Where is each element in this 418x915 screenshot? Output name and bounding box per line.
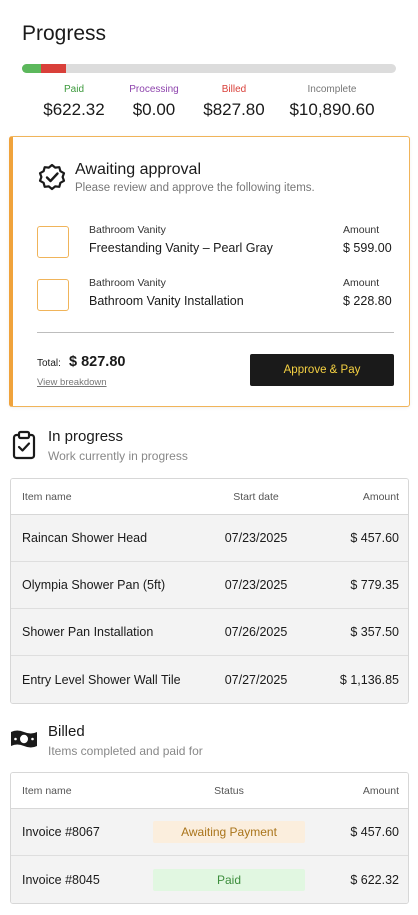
cash-icon — [11, 730, 37, 748]
approval-item-amount: $ 228.80 — [343, 294, 392, 308]
approval-subtitle: Please review and approve the following … — [75, 182, 315, 194]
approval-item-amount-label: Amount — [343, 277, 380, 289]
start-date: 07/23/2025 — [224, 578, 288, 592]
approval-item-category: Bathroom Vanity — [89, 277, 166, 289]
total-value: $ 827.80 — [69, 354, 126, 370]
in-progress-table: Item name Start date Amount Raincan Show… — [10, 478, 409, 704]
approval-item-checkbox[interactable] — [37, 226, 69, 258]
column-header-amount: Amount — [362, 784, 399, 797]
badge-check-icon — [38, 163, 66, 191]
page-title: Progress — [22, 22, 107, 45]
status-badge-label: Awaiting Payment — [153, 821, 305, 843]
stat-value: $0.00 — [132, 100, 176, 119]
approval-divider — [37, 332, 394, 333]
stat-label: Billed — [221, 84, 247, 95]
view-breakdown-link[interactable]: View breakdown — [37, 377, 107, 388]
table-row[interactable]: Raincan Shower Head 07/23/2025 $ 457.60 — [11, 515, 408, 562]
approval-item: Bathroom Vanity Freestanding Vanity – Pe… — [35, 224, 395, 258]
table-row[interactable]: Shower Pan Installation 07/26/2025 $ 357… — [11, 609, 408, 656]
amount: $ 1,136.85 — [339, 672, 399, 687]
table-row[interactable]: Olympia Shower Pan (5ft) 07/23/2025 $ 77… — [11, 562, 408, 609]
stat-label: Processing — [129, 84, 179, 95]
approval-title: Awaiting approval — [75, 161, 202, 178]
awaiting-approval-card: Awaiting approval Please review and appr… — [9, 136, 410, 407]
start-date: 07/23/2025 — [224, 531, 288, 545]
item-name: Entry Level Shower Wall Tile — [22, 672, 181, 687]
approve-pay-button[interactable]: Approve & Pay — [250, 354, 394, 386]
approval-item-checkbox[interactable] — [37, 279, 69, 311]
table-row[interactable]: Invoice #8045 Paid $ 622.32 — [11, 856, 408, 903]
clipboard-check-icon — [12, 430, 36, 460]
billed-title: Billed — [48, 723, 85, 740]
invoice-name: Invoice #8067 — [22, 825, 100, 839]
status-badge: Awaiting Payment — [153, 821, 305, 843]
column-header-item-name: Item name — [22, 490, 72, 503]
status-badge-label: Paid — [153, 868, 305, 891]
item-name: Shower Pan Installation — [22, 625, 154, 639]
approval-item-name: Freestanding Vanity – Pearl Gray — [89, 241, 273, 255]
stat-paid: Paid $622.32 — [22, 84, 126, 120]
amount: $ 357.50 — [350, 625, 399, 639]
stat-value: $622.32 — [43, 100, 105, 119]
status-badge: Paid — [153, 868, 305, 891]
table-row[interactable]: Entry Level Shower Wall Tile 07/27/2025 … — [11, 656, 408, 703]
column-header-start-date: Start date — [233, 490, 279, 503]
stat-processing: Processing $0.00 — [116, 84, 192, 120]
stat-value: $827.80 — [203, 100, 265, 119]
start-date: 07/27/2025 — [224, 672, 288, 687]
progress-stats: Paid $622.32 Processing $0.00 Billed $82… — [22, 84, 396, 124]
table-header: Item name Start date Amount — [11, 479, 408, 515]
amount: $ 457.60 — [350, 531, 399, 545]
progress-segment-billed — [40, 64, 66, 73]
item-name: Olympia Shower Pan (5ft) — [22, 578, 166, 592]
approval-item-amount-label: Amount — [343, 224, 380, 236]
table-row[interactable]: Invoice #8067 Awaiting Payment $ 457.60 — [11, 809, 408, 856]
amount: $ 457.60 — [350, 825, 399, 839]
approval-item-name: Bathroom Vanity Installation — [89, 294, 244, 308]
approval-item: Bathroom Vanity Bathroom Vanity Installa… — [35, 277, 395, 311]
in-progress-subtitle: Work currently in progress — [48, 449, 188, 463]
stat-label: Paid — [63, 84, 84, 95]
approval-item-amount: $ 599.00 — [343, 241, 392, 255]
invoice-name: Invoice #8045 — [22, 872, 100, 887]
billed-table: Item name Status Amount Invoice #8067 Aw… — [10, 772, 409, 904]
approval-item-category: Bathroom Vanity — [89, 224, 166, 236]
billed-subtitle: Items completed and paid for — [48, 744, 203, 758]
stat-incomplete: Incomplete $10,890.60 — [280, 84, 384, 120]
column-header-amount: Amount — [362, 490, 399, 503]
amount: $ 622.32 — [350, 872, 399, 887]
progress-bar — [22, 64, 396, 73]
stat-value: $10,890.60 — [289, 100, 375, 119]
column-header-item-name: Item name — [22, 784, 72, 797]
total-label: Total: — [37, 358, 61, 369]
amount: $ 779.35 — [350, 578, 399, 592]
stat-billed: Billed $827.80 — [194, 84, 274, 120]
table-header: Item name Status Amount — [11, 773, 408, 809]
start-date: 07/26/2025 — [224, 625, 288, 639]
item-name: Raincan Shower Head — [22, 531, 148, 545]
progress-segment-paid — [22, 64, 41, 73]
column-header-status: Status — [214, 784, 244, 797]
stat-label: Incomplete — [307, 84, 357, 95]
in-progress-title: In progress — [48, 428, 124, 445]
